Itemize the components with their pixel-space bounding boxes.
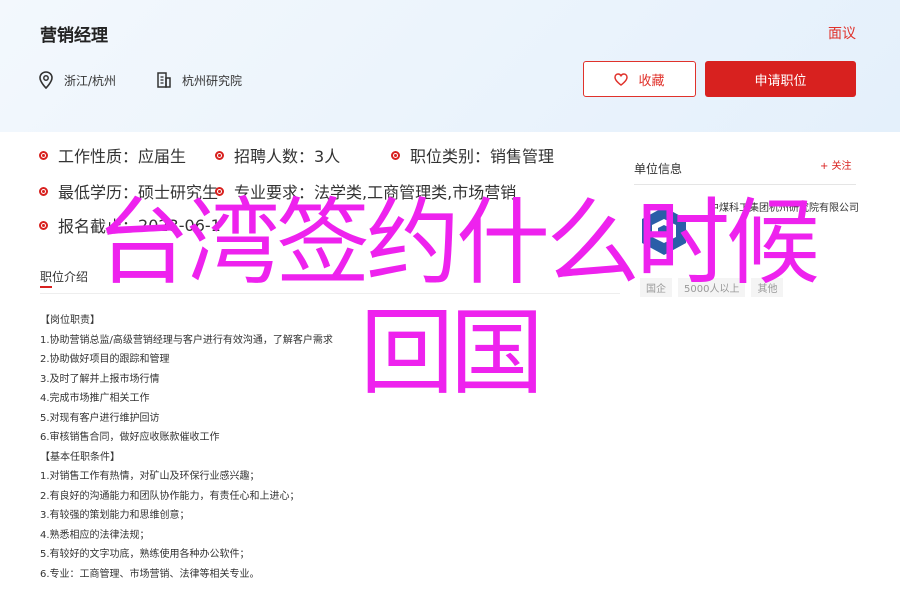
- info-value: 应届生: [138, 147, 187, 166]
- company-short-text: 杭州研究院: [182, 73, 243, 88]
- info-item-work-type: 工作性质： 应届生: [39, 143, 186, 167]
- description-line: 【基本任职条件】: [40, 451, 120, 463]
- info-value: 硕士研究生: [138, 183, 219, 202]
- info-value: 法学类,工商管理类,市场营销: [314, 183, 517, 202]
- description-line: 1.对销售工作有热情，对矿山及环保行业感兴趣；: [40, 471, 260, 482]
- description-line: 3.及时了解并上报市场行情: [40, 373, 160, 385]
- favorite-button[interactable]: 收藏: [583, 61, 696, 97]
- info-value: 2023-06-1: [138, 215, 221, 235]
- info-item-education: 最低学历： 硕士研究生: [39, 179, 218, 203]
- info-label: 最低学历：: [58, 183, 139, 202]
- apply-button[interactable]: 申请职位: [705, 61, 856, 97]
- info-item-deadline: 报名截止： 2023-06-1: [39, 213, 221, 237]
- job-header: 营销经理 面议 浙江/杭州 杭州研究院 收藏 申请职位: [0, 0, 900, 132]
- company-name[interactable]: 中煤科工集团杭州研究院有限公司: [709, 201, 859, 216]
- title-underline: [40, 286, 52, 288]
- description-line: 1.协助营销总监/高级营销经理与客户进行有效沟通，了解客户需求: [40, 334, 333, 346]
- bullet-icon: [39, 220, 48, 230]
- description-line: 3.有较强的策划能力和思维创意；: [40, 510, 190, 521]
- company-tag: 国企: [640, 278, 672, 297]
- description-line: 2.有良好的沟通能力和团队协作能力，有责任心和上进心；: [40, 490, 300, 502]
- description-line: 【岗位职责】: [40, 315, 100, 326]
- info-value: 3人: [314, 147, 341, 166]
- description-line: 5.有较好的文字功底，熟练使用各种办公软件；: [40, 549, 250, 560]
- job-title: 营销经理: [40, 26, 108, 46]
- location-text: 浙江/杭州: [64, 73, 117, 88]
- bullet-icon: [215, 150, 224, 160]
- section-divider: [40, 293, 620, 294]
- description-line: 4.熟悉相应的法律法规；: [40, 529, 150, 541]
- description-line: 5.对现有客户进行维护回访: [40, 412, 160, 424]
- info-item-major: 专业要求： 法学类,工商管理类,市场营销: [215, 179, 516, 203]
- info-label: 工作性质：: [58, 147, 139, 166]
- location-row: 浙江/杭州 杭州研究院: [38, 71, 242, 89]
- company-info-title: 单位信息: [634, 162, 683, 176]
- favorite-label: 收藏: [638, 73, 665, 89]
- job-description: 【岗位职责】 1.协助营销总监/高级营销经理与客户进行有效沟通，了解客户需求 2…: [40, 311, 333, 584]
- bullet-icon: [391, 150, 400, 160]
- info-value: 销售管理: [490, 147, 555, 166]
- bullet-icon: [215, 186, 224, 196]
- info-label: 报名截止：: [58, 217, 139, 236]
- info-label: 专业要求：: [234, 183, 315, 202]
- info-label: 招聘人数：: [234, 147, 315, 166]
- description-line: 6.审核销售合同，做好应收账款催收工作: [40, 432, 220, 443]
- description-line: 2.协助做好项目的跟踪和管理: [40, 354, 170, 365]
- description-line: 4.完成市场推广相关工作: [40, 393, 150, 404]
- info-item-category: 职位类别： 销售管理: [391, 143, 554, 167]
- company-tag: 其他: [751, 278, 784, 297]
- company-logo-icon: [642, 207, 686, 255]
- heart-icon: [614, 72, 629, 86]
- bullet-icon: [39, 186, 48, 196]
- bullet-icon: [39, 150, 48, 160]
- info-item-headcount: 招聘人数： 3人: [215, 143, 340, 167]
- description-title: 职位介绍: [40, 270, 89, 284]
- company-tags: 国企 5000人以上 其他: [640, 278, 784, 297]
- follow-button[interactable]: + 关注: [820, 157, 852, 172]
- sidebar-divider: [634, 184, 856, 185]
- building-icon: [157, 72, 171, 88]
- salary-label: 面议: [828, 26, 856, 42]
- location-pin-icon: [39, 71, 53, 89]
- description-line: 6.专业：工商管理、市场营销、法律等相关专业。: [40, 568, 260, 580]
- info-label: 职位类别：: [410, 147, 491, 166]
- company-tag: 5000人以上: [678, 278, 746, 297]
